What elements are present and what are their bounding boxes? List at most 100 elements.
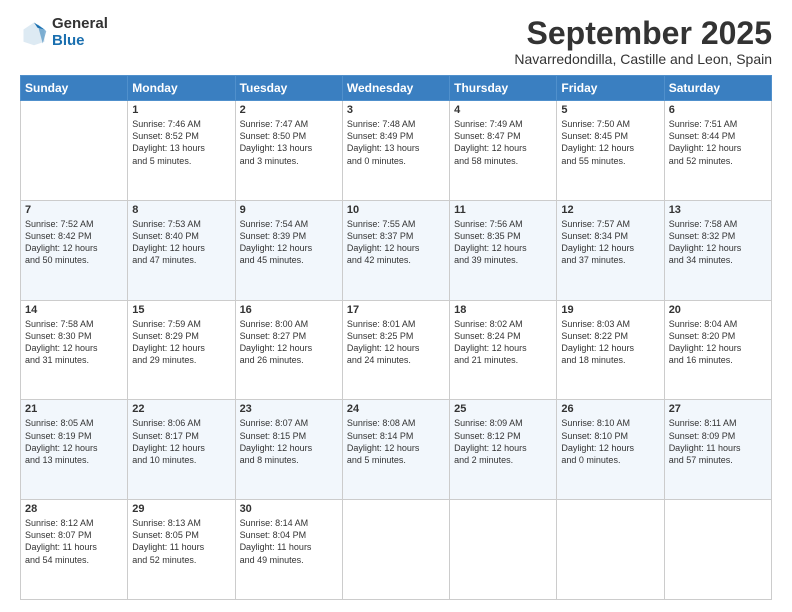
location-label: Navarredondilla, Castille and Leon, Spai… [514,51,772,67]
day-number: 13 [669,204,767,216]
table-row: 26 Sunrise: 8:10 AM Sunset: 8:10 PM Dayli… [557,400,664,500]
day-content: Sunrise: 8:13 AM Sunset: 8:05 PM Dayligh… [132,517,230,566]
header: General Blue September 2025 Navarredondi… [20,16,772,67]
table-row: 8 Sunrise: 7:53 AM Sunset: 8:40 PM Daylig… [128,200,235,300]
day-number: 23 [240,403,338,415]
day-number: 19 [561,304,659,316]
table-row: 19 Sunrise: 8:03 AM Sunset: 8:22 PM Dayli… [557,300,664,400]
day-number: 14 [25,304,123,316]
day-content: Sunrise: 7:54 AM Sunset: 8:39 PM Dayligh… [240,218,338,267]
day-number: 4 [454,104,552,116]
day-content: Sunrise: 8:01 AM Sunset: 8:25 PM Dayligh… [347,318,445,367]
table-row: 16 Sunrise: 8:00 AM Sunset: 8:27 PM Dayli… [235,300,342,400]
table-row [664,500,771,600]
col-thursday: Thursday [450,76,557,101]
col-friday: Friday [557,76,664,101]
calendar-table: Sunday Monday Tuesday Wednesday Thursday… [20,75,772,600]
table-row: 29 Sunrise: 8:13 AM Sunset: 8:05 PM Dayli… [128,500,235,600]
table-row: 18 Sunrise: 8:02 AM Sunset: 8:24 PM Dayli… [450,300,557,400]
day-content: Sunrise: 7:46 AM Sunset: 8:52 PM Dayligh… [132,118,230,167]
col-saturday: Saturday [664,76,771,101]
table-row: 27 Sunrise: 8:11 AM Sunset: 8:09 PM Dayli… [664,400,771,500]
page: General Blue September 2025 Navarredondi… [0,0,792,612]
table-row: 4Sunrise: 7:49 AM Sunset: 8:47 PM Daylig… [450,101,557,201]
day-number: 26 [561,403,659,415]
day-content: Sunrise: 8:11 AM Sunset: 8:09 PM Dayligh… [669,417,767,466]
day-number: 6 [669,104,767,116]
day-number: 27 [669,403,767,415]
day-content: Sunrise: 7:50 AM Sunset: 8:45 PM Dayligh… [561,118,659,167]
day-content: Sunrise: 8:14 AM Sunset: 8:04 PM Dayligh… [240,517,338,566]
day-number: 20 [669,304,767,316]
table-row: 11Sunrise: 7:56 AM Sunset: 8:35 PM Dayli… [450,200,557,300]
table-row: 12Sunrise: 7:57 AM Sunset: 8:34 PM Dayli… [557,200,664,300]
day-content: Sunrise: 7:53 AM Sunset: 8:40 PM Dayligh… [132,218,230,267]
table-row [557,500,664,600]
day-number: 22 [132,403,230,415]
day-content: Sunrise: 8:12 AM Sunset: 8:07 PM Dayligh… [25,517,123,566]
day-content: Sunrise: 8:09 AM Sunset: 8:12 PM Dayligh… [454,417,552,466]
calendar-week-row: 28 Sunrise: 8:12 AM Sunset: 8:07 PM Dayli… [21,500,772,600]
logo: General Blue [20,16,108,49]
logo-blue-label: Blue [52,33,108,50]
table-row: 17 Sunrise: 8:01 AM Sunset: 8:25 PM Dayli… [342,300,449,400]
day-content: Sunrise: 8:00 AM Sunset: 8:27 PM Dayligh… [240,318,338,367]
day-content: Sunrise: 8:05 AM Sunset: 8:19 PM Dayligh… [25,417,123,466]
table-row [342,500,449,600]
table-row: 22Sunrise: 8:06 AM Sunset: 8:17 PM Dayli… [128,400,235,500]
table-row: 21Sunrise: 8:05 AM Sunset: 8:19 PM Dayli… [21,400,128,500]
col-wednesday: Wednesday [342,76,449,101]
day-content: Sunrise: 7:48 AM Sunset: 8:49 PM Dayligh… [347,118,445,167]
table-row [450,500,557,600]
table-row: 13Sunrise: 7:58 AM Sunset: 8:32 PM Dayli… [664,200,771,300]
logo-text: General Blue [52,16,108,49]
month-title: September 2025 [514,16,772,51]
table-row: 28 Sunrise: 8:12 AM Sunset: 8:07 PM Dayli… [21,500,128,600]
table-row: 20 Sunrise: 8:04 AM Sunset: 8:20 PM Dayli… [664,300,771,400]
calendar-week-row: 21Sunrise: 8:05 AM Sunset: 8:19 PM Dayli… [21,400,772,500]
day-content: Sunrise: 8:03 AM Sunset: 8:22 PM Dayligh… [561,318,659,367]
day-number: 17 [347,304,445,316]
col-monday: Monday [128,76,235,101]
day-number: 28 [25,503,123,515]
day-content: Sunrise: 7:58 AM Sunset: 8:30 PM Dayligh… [25,318,123,367]
table-row: 23 Sunrise: 8:07 AM Sunset: 8:15 PM Dayli… [235,400,342,500]
table-row: 10 Sunrise: 7:55 AM Sunset: 8:37 PM Dayli… [342,200,449,300]
calendar-header-row: Sunday Monday Tuesday Wednesday Thursday… [21,76,772,101]
day-number: 7 [25,204,123,216]
day-number: 16 [240,304,338,316]
day-number: 3 [347,104,445,116]
day-content: Sunrise: 8:04 AM Sunset: 8:20 PM Dayligh… [669,318,767,367]
table-row: 2 Sunrise: 7:47 AM Sunset: 8:50 PM Daylig… [235,101,342,201]
day-number: 10 [347,204,445,216]
day-number: 15 [132,304,230,316]
day-content: Sunrise: 7:55 AM Sunset: 8:37 PM Dayligh… [347,218,445,267]
calendar-week-row: 14 Sunrise: 7:58 AM Sunset: 8:30 PM Dayli… [21,300,772,400]
logo-icon [20,19,48,47]
day-content: Sunrise: 8:07 AM Sunset: 8:15 PM Dayligh… [240,417,338,466]
table-row: 9Sunrise: 7:54 AM Sunset: 8:39 PM Daylig… [235,200,342,300]
col-sunday: Sunday [21,76,128,101]
day-content: Sunrise: 8:08 AM Sunset: 8:14 PM Dayligh… [347,417,445,466]
table-row: 1Sunrise: 7:46 AM Sunset: 8:52 PM Daylig… [128,101,235,201]
table-row [21,101,128,201]
day-number: 5 [561,104,659,116]
calendar-week-row: 7 Sunrise: 7:52 AM Sunset: 8:42 PM Daylig… [21,200,772,300]
table-row: 5 Sunrise: 7:50 AM Sunset: 8:45 PM Daylig… [557,101,664,201]
table-row: 14 Sunrise: 7:58 AM Sunset: 8:30 PM Dayli… [21,300,128,400]
day-number: 18 [454,304,552,316]
day-content: Sunrise: 8:02 AM Sunset: 8:24 PM Dayligh… [454,318,552,367]
day-number: 12 [561,204,659,216]
day-number: 25 [454,403,552,415]
title-block: September 2025 Navarredondilla, Castille… [514,16,772,67]
day-content: Sunrise: 7:52 AM Sunset: 8:42 PM Dayligh… [25,218,123,267]
day-number: 11 [454,204,552,216]
day-number: 2 [240,104,338,116]
day-number: 29 [132,503,230,515]
day-content: Sunrise: 8:10 AM Sunset: 8:10 PM Dayligh… [561,417,659,466]
day-number: 8 [132,204,230,216]
day-content: Sunrise: 7:47 AM Sunset: 8:50 PM Dayligh… [240,118,338,167]
table-row: 25 Sunrise: 8:09 AM Sunset: 8:12 PM Dayli… [450,400,557,500]
col-tuesday: Tuesday [235,76,342,101]
table-row: 30Sunrise: 8:14 AM Sunset: 8:04 PM Dayli… [235,500,342,600]
